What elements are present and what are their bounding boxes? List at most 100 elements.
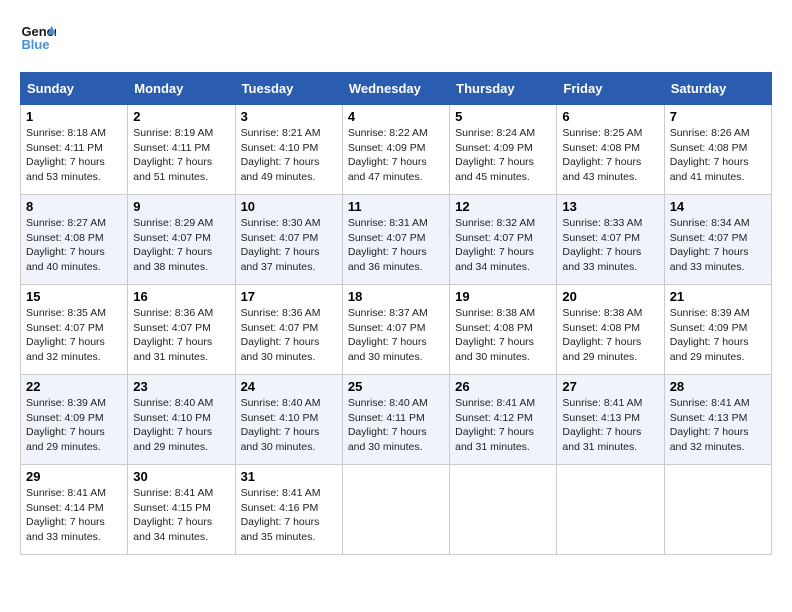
day-info: Sunrise: 8:38 AMSunset: 4:08 PMDaylight:… — [562, 306, 658, 365]
day-info: Sunrise: 8:41 AMSunset: 4:12 PMDaylight:… — [455, 396, 551, 455]
day-info: Sunrise: 8:41 AMSunset: 4:13 PMDaylight:… — [562, 396, 658, 455]
header-monday: Monday — [128, 73, 235, 105]
day-info: Sunrise: 8:39 AMSunset: 4:09 PMDaylight:… — [670, 306, 766, 365]
calendar-cell: 9 Sunrise: 8:29 AMSunset: 4:07 PMDayligh… — [128, 195, 235, 285]
day-number: 29 — [26, 469, 122, 484]
day-info: Sunrise: 8:19 AMSunset: 4:11 PMDaylight:… — [133, 126, 229, 185]
calendar-cell: 1 Sunrise: 8:18 AMSunset: 4:11 PMDayligh… — [21, 105, 128, 195]
day-number: 11 — [348, 199, 444, 214]
day-number: 30 — [133, 469, 229, 484]
day-info: Sunrise: 8:37 AMSunset: 4:07 PMDaylight:… — [348, 306, 444, 365]
header-friday: Friday — [557, 73, 664, 105]
calendar-cell: 20 Sunrise: 8:38 AMSunset: 4:08 PMDaylig… — [557, 285, 664, 375]
calendar-cell — [450, 465, 557, 555]
day-info: Sunrise: 8:27 AMSunset: 4:08 PMDaylight:… — [26, 216, 122, 275]
calendar-cell: 17 Sunrise: 8:36 AMSunset: 4:07 PMDaylig… — [235, 285, 342, 375]
header-wednesday: Wednesday — [342, 73, 449, 105]
day-number: 3 — [241, 109, 337, 124]
day-info: Sunrise: 8:36 AMSunset: 4:07 PMDaylight:… — [133, 306, 229, 365]
logo-icon: General Blue — [20, 20, 56, 56]
header-thursday: Thursday — [450, 73, 557, 105]
day-number: 6 — [562, 109, 658, 124]
calendar-cell: 5 Sunrise: 8:24 AMSunset: 4:09 PMDayligh… — [450, 105, 557, 195]
day-number: 8 — [26, 199, 122, 214]
calendar-cell: 7 Sunrise: 8:26 AMSunset: 4:08 PMDayligh… — [664, 105, 771, 195]
day-number: 16 — [133, 289, 229, 304]
day-info: Sunrise: 8:22 AMSunset: 4:09 PMDaylight:… — [348, 126, 444, 185]
calendar-cell — [557, 465, 664, 555]
day-info: Sunrise: 8:41 AMSunset: 4:14 PMDaylight:… — [26, 486, 122, 545]
calendar-cell: 29 Sunrise: 8:41 AMSunset: 4:14 PMDaylig… — [21, 465, 128, 555]
day-number: 25 — [348, 379, 444, 394]
calendar-cell: 22 Sunrise: 8:39 AMSunset: 4:09 PMDaylig… — [21, 375, 128, 465]
calendar-body: 1 Sunrise: 8:18 AMSunset: 4:11 PMDayligh… — [21, 105, 772, 555]
calendar-cell: 11 Sunrise: 8:31 AMSunset: 4:07 PMDaylig… — [342, 195, 449, 285]
day-info: Sunrise: 8:38 AMSunset: 4:08 PMDaylight:… — [455, 306, 551, 365]
calendar-week-2: 8 Sunrise: 8:27 AMSunset: 4:08 PMDayligh… — [21, 195, 772, 285]
calendar-cell: 31 Sunrise: 8:41 AMSunset: 4:16 PMDaylig… — [235, 465, 342, 555]
day-info: Sunrise: 8:21 AMSunset: 4:10 PMDaylight:… — [241, 126, 337, 185]
day-number: 18 — [348, 289, 444, 304]
header-tuesday: Tuesday — [235, 73, 342, 105]
calendar-table: SundayMondayTuesdayWednesdayThursdayFrid… — [20, 72, 772, 555]
day-info: Sunrise: 8:18 AMSunset: 4:11 PMDaylight:… — [26, 126, 122, 185]
day-number: 27 — [562, 379, 658, 394]
calendar-cell: 2 Sunrise: 8:19 AMSunset: 4:11 PMDayligh… — [128, 105, 235, 195]
day-number: 10 — [241, 199, 337, 214]
day-number: 12 — [455, 199, 551, 214]
day-number: 24 — [241, 379, 337, 394]
day-info: Sunrise: 8:40 AMSunset: 4:11 PMDaylight:… — [348, 396, 444, 455]
day-number: 20 — [562, 289, 658, 304]
day-number: 23 — [133, 379, 229, 394]
day-number: 15 — [26, 289, 122, 304]
day-info: Sunrise: 8:41 AMSunset: 4:13 PMDaylight:… — [670, 396, 766, 455]
calendar-week-5: 29 Sunrise: 8:41 AMSunset: 4:14 PMDaylig… — [21, 465, 772, 555]
day-info: Sunrise: 8:36 AMSunset: 4:07 PMDaylight:… — [241, 306, 337, 365]
calendar-cell: 21 Sunrise: 8:39 AMSunset: 4:09 PMDaylig… — [664, 285, 771, 375]
day-info: Sunrise: 8:40 AMSunset: 4:10 PMDaylight:… — [133, 396, 229, 455]
calendar-cell: 14 Sunrise: 8:34 AMSunset: 4:07 PMDaylig… — [664, 195, 771, 285]
calendar-cell: 15 Sunrise: 8:35 AMSunset: 4:07 PMDaylig… — [21, 285, 128, 375]
calendar-cell: 6 Sunrise: 8:25 AMSunset: 4:08 PMDayligh… — [557, 105, 664, 195]
calendar-cell: 26 Sunrise: 8:41 AMSunset: 4:12 PMDaylig… — [450, 375, 557, 465]
calendar-cell: 25 Sunrise: 8:40 AMSunset: 4:11 PMDaylig… — [342, 375, 449, 465]
day-number: 7 — [670, 109, 766, 124]
day-info: Sunrise: 8:31 AMSunset: 4:07 PMDaylight:… — [348, 216, 444, 275]
day-info: Sunrise: 8:39 AMSunset: 4:09 PMDaylight:… — [26, 396, 122, 455]
day-number: 13 — [562, 199, 658, 214]
calendar-cell: 16 Sunrise: 8:36 AMSunset: 4:07 PMDaylig… — [128, 285, 235, 375]
calendar-cell: 18 Sunrise: 8:37 AMSunset: 4:07 PMDaylig… — [342, 285, 449, 375]
calendar-week-4: 22 Sunrise: 8:39 AMSunset: 4:09 PMDaylig… — [21, 375, 772, 465]
calendar-week-3: 15 Sunrise: 8:35 AMSunset: 4:07 PMDaylig… — [21, 285, 772, 375]
calendar-cell: 4 Sunrise: 8:22 AMSunset: 4:09 PMDayligh… — [342, 105, 449, 195]
day-number: 17 — [241, 289, 337, 304]
day-info: Sunrise: 8:24 AMSunset: 4:09 PMDaylight:… — [455, 126, 551, 185]
day-number: 1 — [26, 109, 122, 124]
logo: General Blue — [20, 20, 56, 56]
calendar-cell: 8 Sunrise: 8:27 AMSunset: 4:08 PMDayligh… — [21, 195, 128, 285]
day-info: Sunrise: 8:25 AMSunset: 4:08 PMDaylight:… — [562, 126, 658, 185]
day-number: 31 — [241, 469, 337, 484]
calendar-cell: 30 Sunrise: 8:41 AMSunset: 4:15 PMDaylig… — [128, 465, 235, 555]
day-number: 2 — [133, 109, 229, 124]
day-info: Sunrise: 8:33 AMSunset: 4:07 PMDaylight:… — [562, 216, 658, 275]
calendar-cell — [342, 465, 449, 555]
day-number: 5 — [455, 109, 551, 124]
day-number: 26 — [455, 379, 551, 394]
day-info: Sunrise: 8:41 AMSunset: 4:15 PMDaylight:… — [133, 486, 229, 545]
day-number: 19 — [455, 289, 551, 304]
day-info: Sunrise: 8:41 AMSunset: 4:16 PMDaylight:… — [241, 486, 337, 545]
calendar-cell: 10 Sunrise: 8:30 AMSunset: 4:07 PMDaylig… — [235, 195, 342, 285]
day-number: 28 — [670, 379, 766, 394]
page-header: General Blue — [20, 20, 772, 56]
day-number: 14 — [670, 199, 766, 214]
calendar-cell — [664, 465, 771, 555]
day-info: Sunrise: 8:30 AMSunset: 4:07 PMDaylight:… — [241, 216, 337, 275]
calendar-week-1: 1 Sunrise: 8:18 AMSunset: 4:11 PMDayligh… — [21, 105, 772, 195]
calendar-cell: 12 Sunrise: 8:32 AMSunset: 4:07 PMDaylig… — [450, 195, 557, 285]
day-number: 4 — [348, 109, 444, 124]
calendar-header-row: SundayMondayTuesdayWednesdayThursdayFrid… — [21, 73, 772, 105]
calendar-cell: 24 Sunrise: 8:40 AMSunset: 4:10 PMDaylig… — [235, 375, 342, 465]
day-info: Sunrise: 8:34 AMSunset: 4:07 PMDaylight:… — [670, 216, 766, 275]
day-info: Sunrise: 8:40 AMSunset: 4:10 PMDaylight:… — [241, 396, 337, 455]
